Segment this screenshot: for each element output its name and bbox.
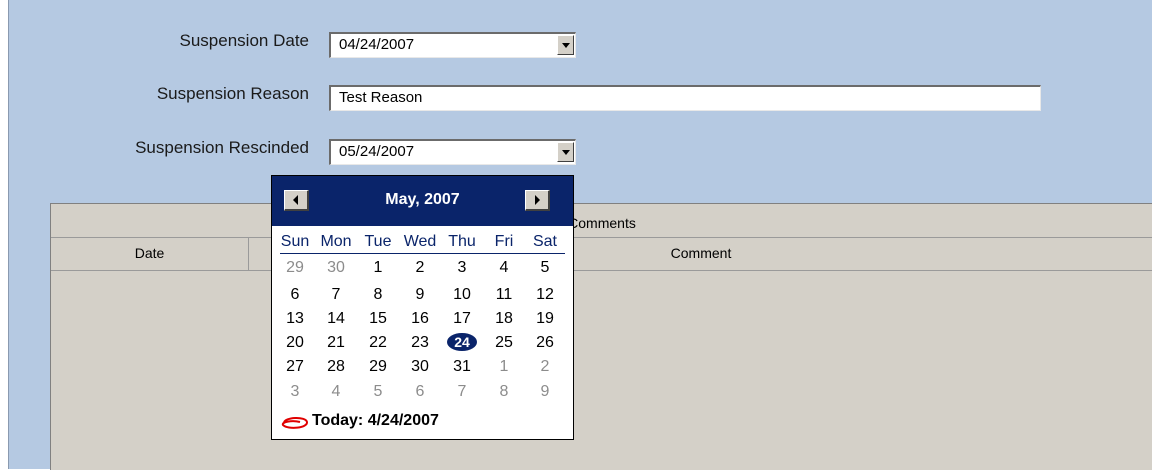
calendar-day[interactable]: 29 — [275, 258, 315, 278]
calendar-day[interactable]: 8 — [484, 382, 524, 402]
suspension-reason-value: Test Reason — [339, 89, 423, 106]
calendar-month-title: May, 2007 — [385, 191, 460, 208]
suspension-rescinded-combobox[interactable]: 05/24/2007 — [329, 139, 576, 165]
calendar-day[interactable]: 8 — [358, 285, 398, 305]
calendar-day[interactable]: 13 — [275, 309, 315, 329]
calendar-day[interactable]: 9 — [400, 285, 440, 305]
calendar-day[interactable]: 19 — [525, 309, 565, 329]
calendar-day[interactable]: 25 — [484, 333, 524, 353]
calendar-day[interactable]: 17 — [442, 309, 482, 329]
calendar-day[interactable]: 1 — [358, 258, 398, 278]
calendar-day[interactable]: 22 — [358, 333, 398, 353]
calendar-day[interactable]: 3 — [442, 258, 482, 278]
suspension-date-label: Suspension Date — [179, 31, 309, 50]
weekday-tue: Tue — [364, 233, 392, 250]
calendar-day[interactable]: 21 — [316, 333, 356, 353]
calendar-day[interactable]: 30 — [400, 357, 440, 377]
calendar-day[interactable]: 5 — [525, 258, 565, 278]
prev-month-button[interactable] — [284, 190, 309, 211]
calendar-day[interactable]: 12 — [525, 285, 565, 305]
calendar-day[interactable]: 16 — [400, 309, 440, 329]
calendar-day[interactable]: 29 — [358, 357, 398, 377]
calendar-day[interactable]: 7 — [442, 382, 482, 402]
suspension-date-dropdown-button[interactable] — [557, 35, 574, 55]
calendar-day[interactable]: 26 — [525, 333, 565, 353]
suspension-rescinded-label: Suspension Rescinded — [135, 138, 309, 157]
suspension-reason-input[interactable]: Test Reason — [329, 85, 1041, 111]
calendar-header: May, 2007 — [272, 176, 573, 226]
calendar-popup[interactable]: May, 2007 Sun Mon Tue Wed Thu Fri Sat 29 30 1 2 3 4… — [271, 175, 574, 440]
calendar-day[interactable]: 28 — [316, 357, 356, 377]
suspension-rescinded-dropdown-button[interactable] — [557, 142, 574, 162]
suspension-date-value: 04/24/2007 — [339, 36, 415, 53]
calendar-day[interactable]: 4 — [484, 258, 524, 278]
calendar-day[interactable]: 1 — [484, 357, 524, 377]
calendar-day[interactable]: 14 — [316, 309, 356, 329]
weekday-fri: Fri — [494, 233, 514, 250]
calendar-day[interactable]: 11 — [484, 285, 524, 305]
calendar-day[interactable]: 7 — [316, 285, 356, 305]
column-header-date[interactable]: Date — [51, 238, 248, 270]
column-header-row: Date Comment — [51, 238, 1152, 271]
weekday-sun: Sun — [280, 233, 310, 250]
weekday-thu: Thu — [448, 233, 476, 250]
calendar-day[interactable]: 15 — [358, 309, 398, 329]
suspension-rescinded-value: 05/24/2007 — [339, 143, 415, 160]
calendar-day-selected[interactable]: 24 — [442, 333, 482, 353]
calendar-day[interactable]: 31 — [442, 357, 482, 377]
calendar-day[interactable]: 20 — [275, 333, 315, 353]
suspension-date-combobox[interactable]: 04/24/2007 — [329, 32, 576, 58]
calendar-day[interactable]: 2 — [400, 258, 440, 278]
next-month-button[interactable] — [525, 190, 550, 211]
calendar-day[interactable]: 9 — [525, 382, 565, 402]
today-circle-icon — [281, 417, 308, 429]
weekday-mon: Mon — [320, 233, 352, 250]
today-link[interactable]: Today: 4/24/2007 — [312, 412, 439, 430]
calendar-day[interactable]: 6 — [400, 382, 440, 402]
comments-grid[interactable]: Comments Date Comment — [50, 203, 1152, 470]
weekday-sat: Sat — [532, 233, 557, 250]
calendar-day[interactable]: 27 — [275, 357, 315, 377]
weekday-divider — [280, 253, 565, 254]
selected-day-label: 24 — [447, 333, 477, 351]
calendar-day[interactable]: 4 — [316, 382, 356, 402]
calendar-day[interactable]: 3 — [275, 382, 315, 402]
suspension-reason-label: Suspension Reason — [156, 84, 309, 103]
calendar-day[interactable]: 6 — [275, 285, 315, 305]
calendar-day[interactable]: 5 — [358, 382, 398, 402]
calendar-day[interactable]: 2 — [525, 357, 565, 377]
calendar-day[interactable]: 30 — [316, 258, 356, 278]
calendar-day[interactable]: 23 — [400, 333, 440, 353]
calendar-day[interactable]: 18 — [484, 309, 524, 329]
weekday-wed: Wed — [403, 233, 437, 250]
comments-group-header: Comments — [51, 204, 1152, 238]
calendar-day[interactable]: 10 — [442, 285, 482, 305]
